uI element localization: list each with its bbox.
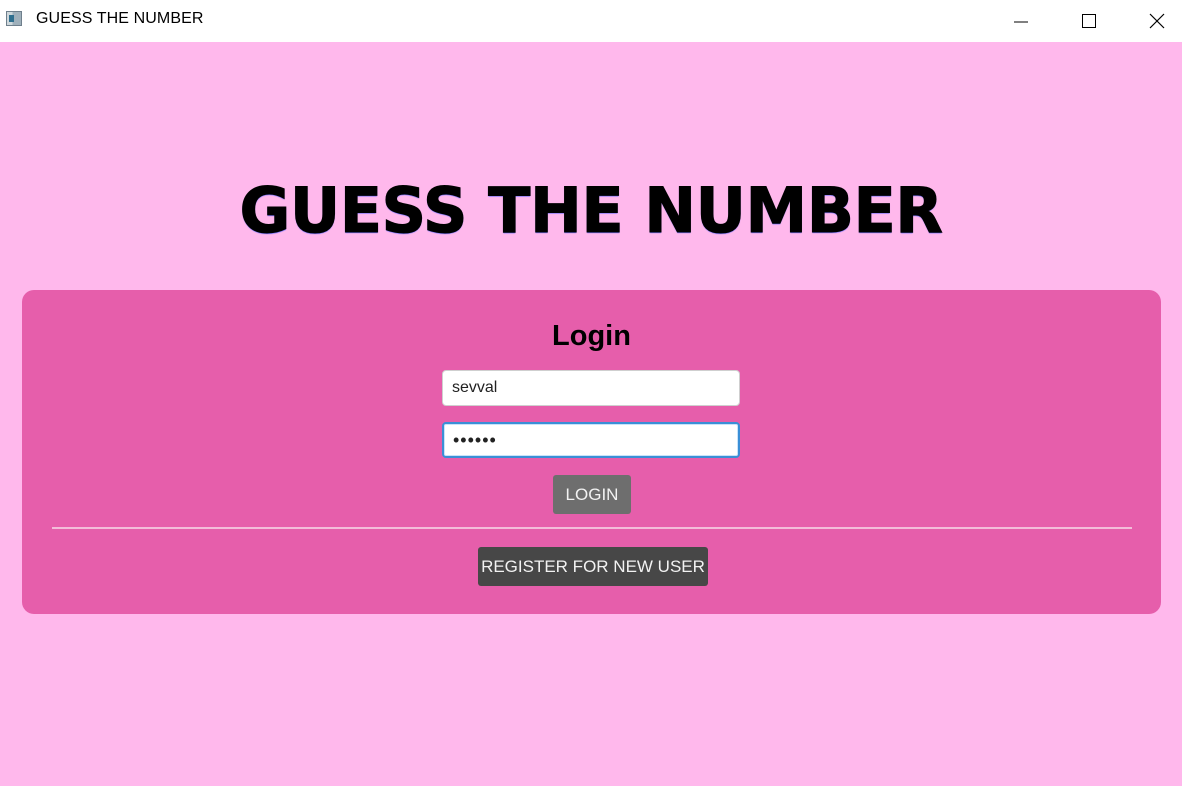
maximize-button[interactable] bbox=[1066, 0, 1112, 42]
password-input[interactable] bbox=[442, 422, 740, 458]
page-title: GUESS THE NUMBER bbox=[239, 174, 944, 248]
window-title: GUESS THE NUMBER bbox=[36, 10, 204, 27]
divider bbox=[52, 527, 1132, 529]
app-window: GUESS THE NUMBER GUESS THE NUMBER Login … bbox=[0, 0, 1182, 786]
login-title: Login bbox=[552, 320, 631, 352]
login-panel: Login LOGIN REGISTER FOR NEW USER bbox=[22, 290, 1161, 614]
minimize-icon bbox=[1014, 21, 1028, 23]
username-input[interactable] bbox=[442, 370, 740, 406]
maximize-icon bbox=[1082, 14, 1096, 28]
close-button[interactable] bbox=[1134, 0, 1180, 42]
close-icon bbox=[1149, 13, 1165, 29]
register-button[interactable]: REGISTER FOR NEW USER bbox=[478, 547, 708, 586]
title-bar: GUESS THE NUMBER bbox=[0, 0, 1182, 42]
minimize-button[interactable] bbox=[998, 0, 1044, 42]
app-window-icon bbox=[6, 11, 22, 26]
login-button[interactable]: LOGIN bbox=[553, 475, 631, 514]
